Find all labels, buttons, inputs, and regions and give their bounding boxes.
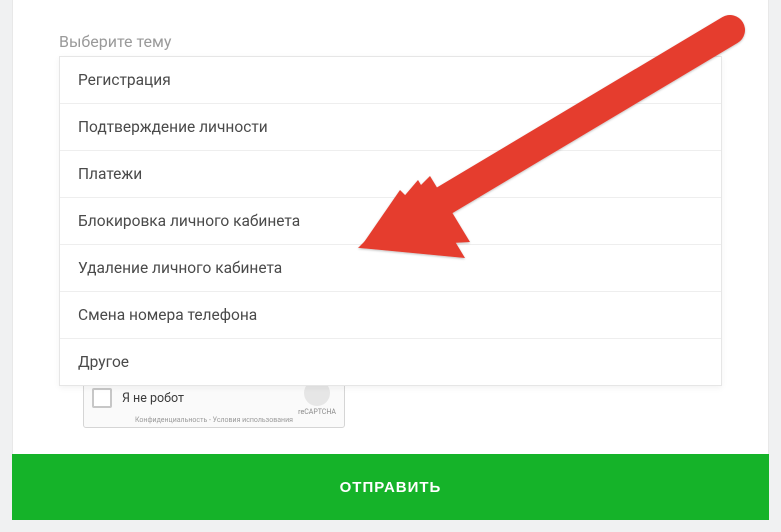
- form-panel: Выберите тему Регистрация Подтверждение …: [12, 0, 769, 520]
- recaptcha-footer: Конфиденциальность - Условия использован…: [84, 416, 344, 424]
- topic-select-label: Выберите тему: [59, 32, 171, 51]
- dropdown-item-delete-account[interactable]: Удаление личного кабинета: [60, 245, 721, 292]
- topic-select[interactable]: Выберите тему: [59, 0, 722, 61]
- topic-dropdown: Регистрация Подтверждение личности Плате…: [59, 56, 722, 386]
- submit-button-label: ОТПРАВИТЬ: [340, 479, 442, 496]
- dropdown-item-change-phone[interactable]: Смена номера телефона: [60, 292, 721, 339]
- dropdown-item-other[interactable]: Другое: [60, 339, 721, 385]
- submit-button[interactable]: ОТПРАВИТЬ: [12, 454, 769, 520]
- chevron-down-icon: [706, 37, 722, 47]
- dropdown-item-identity[interactable]: Подтверждение личности: [60, 104, 721, 151]
- recaptcha-brand-text: reCAPTCHA: [298, 408, 336, 416]
- recaptcha-label: Я не робот: [122, 391, 298, 406]
- recaptcha-checkbox[interactable]: [92, 388, 112, 408]
- dropdown-item-registration[interactable]: Регистрация: [60, 57, 721, 104]
- dropdown-item-payments[interactable]: Платежи: [60, 151, 721, 198]
- dropdown-item-block-account[interactable]: Блокировка личного кабинета: [60, 198, 721, 245]
